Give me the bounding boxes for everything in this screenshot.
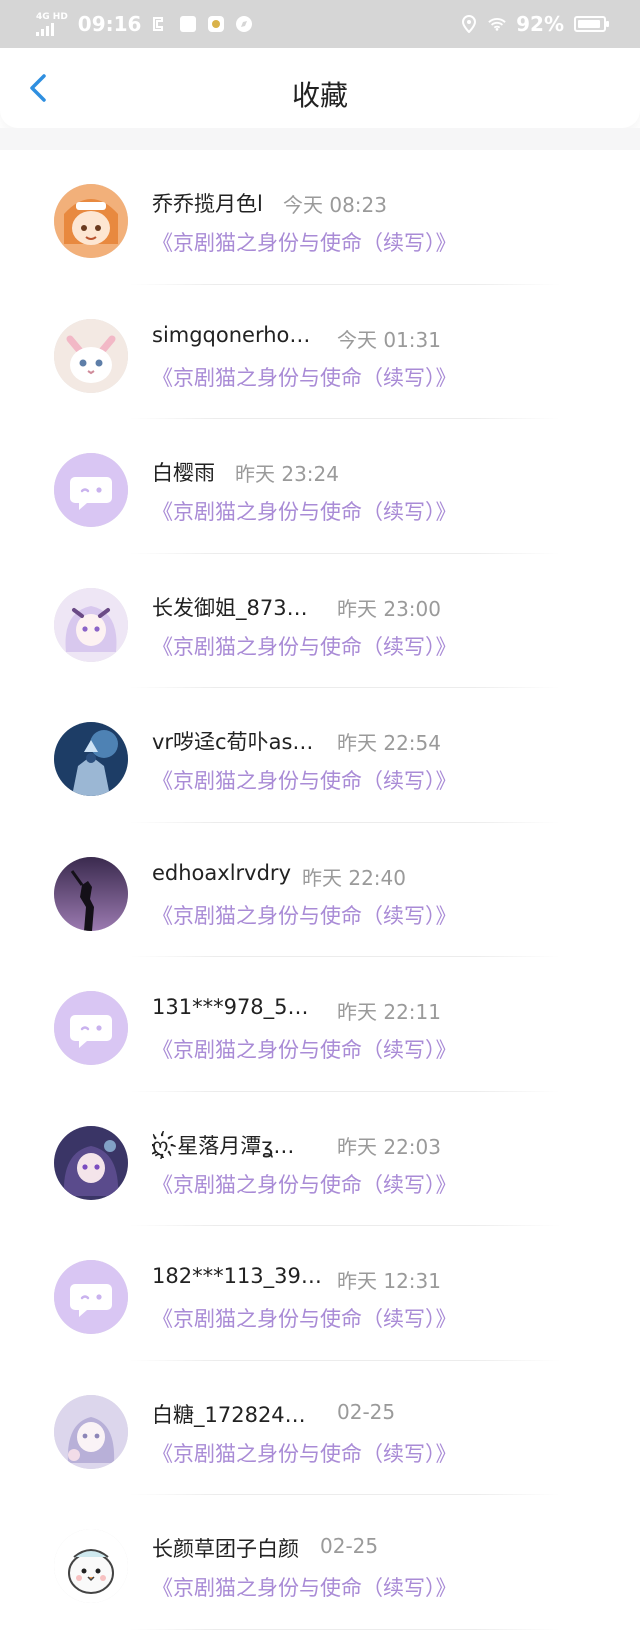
status-bar: 4G HD 09:16 92%: [0, 0, 640, 48]
collect-time: 02-25: [337, 1399, 396, 1424]
favorite-item[interactable]: 乔乔揽月色l 今天 08:23 《京剧猫之身份与使命（续写）》: [0, 150, 640, 285]
avatar[interactable]: [54, 856, 128, 931]
avatar[interactable]: [54, 1529, 128, 1603]
work-title-link[interactable]: 《京剧猫之身份与使命（续写）》: [152, 496, 457, 526]
favorite-item[interactable]: 131***978_5… 昨天 22:11 《京剧猫之身份与使命（续写）》: [0, 957, 640, 1092]
battery-icon: [574, 16, 609, 32]
favorite-item[interactable]: edhoaxlrvdry 昨天 22:40 《京剧猫之身份与使命（续写）》: [0, 823, 640, 957]
avatar[interactable]: [54, 318, 128, 393]
work-title-link[interactable]: 《京剧猫之身份与使命（续写）》: [152, 765, 457, 795]
notification-square-icon: [179, 15, 197, 33]
nfc-icon: [151, 15, 169, 33]
avatar[interactable]: [54, 453, 128, 527]
page-title: 收藏: [291, 79, 348, 112]
avatar[interactable]: [54, 1260, 128, 1334]
user-name[interactable]: 白糖_172824…: [152, 1399, 306, 1429]
user-name[interactable]: 长颜草团子白颜: [152, 1533, 299, 1563]
favorite-item[interactable]: 长发御姐_873… 昨天 23:00 《京剧猫之身份与使命（续写）》: [0, 554, 640, 688]
user-name[interactable]: 131***978_5…: [152, 995, 309, 1019]
avatar[interactable]: [54, 184, 128, 258]
collect-time: 昨天 23:00: [337, 596, 441, 621]
user-name[interactable]: ღ҉星落月潭ʓ…: [152, 1130, 294, 1160]
status-right: 92%: [460, 12, 609, 36]
favorite-item[interactable]: 白糖_172824… 02-25 《京剧猫之身份与使命（续写）》: [0, 1361, 640, 1495]
work-title-link[interactable]: 《京剧猫之身份与使命（续写）》: [152, 631, 457, 661]
favorites-list: 乔乔揽月色l 今天 08:23 《京剧猫之身份与使命（续写）》 simgqonerho…: [0, 150, 640, 1630]
favorite-item[interactable]: vr哕迳c荀卟as… 昨天 22:54 《京剧猫之身份与使命（续写）》: [0, 688, 640, 823]
user-name[interactable]: vr哕迳c荀卟as…: [152, 726, 313, 756]
status-left: 4G HD 09:16: [36, 12, 253, 36]
network-label: 4G HD: [36, 11, 68, 22]
navigation-bar: 收藏: [0, 48, 640, 128]
user-name[interactable]: edhoaxlrvdry: [152, 861, 291, 885]
work-title-link[interactable]: 《京剧猫之身份与使命（续写）》: [152, 1303, 457, 1333]
user-name[interactable]: 长发御姐_873…: [152, 592, 308, 622]
avatar[interactable]: [54, 722, 128, 796]
work-title-link[interactable]: 《京剧猫之身份与使命（续写）》: [152, 227, 457, 257]
avatar[interactable]: [54, 1125, 128, 1200]
network-indicator: 4G HD: [36, 11, 68, 36]
compass-icon: [235, 15, 253, 33]
collect-time: 昨天 23:24: [235, 462, 339, 486]
favorite-item[interactable]: 长颜草团子白颜 02-25 《京剧猫之身份与使命（续写）》: [0, 1495, 640, 1630]
collect-time: 昨天 22:54: [337, 731, 441, 755]
user-name[interactable]: simgqonerho…: [152, 323, 310, 347]
app-notification-icon: [207, 15, 225, 33]
favorite-item[interactable]: simgqonerho… 今天 01:31 《京剧猫之身份与使命（续写）》: [0, 285, 640, 419]
collect-time: 昨天 12:31: [337, 1269, 441, 1293]
work-title-link[interactable]: 《京剧猫之身份与使命（续写）》: [152, 1438, 457, 1468]
work-title-link[interactable]: 《京剧猫之身份与使命（续写）》: [152, 1169, 457, 1199]
signal-icon: [36, 22, 68, 36]
work-title-link[interactable]: 《京剧猫之身份与使命（续写）》: [152, 1572, 457, 1602]
collect-time: 今天 08:23: [283, 193, 387, 217]
avatar[interactable]: [54, 1394, 128, 1469]
user-name[interactable]: 乔乔揽月色l: [152, 188, 263, 218]
user-name[interactable]: 182***113_39…: [152, 1264, 322, 1288]
row-divider: [130, 1628, 560, 1630]
user-name[interactable]: 白樱雨: [152, 457, 215, 487]
clock: 09:16: [77, 12, 142, 36]
header-separator: [0, 128, 640, 150]
work-title-link[interactable]: 《京剧猫之身份与使命（续写）》: [152, 1034, 457, 1064]
collect-time: 昨天 22:03: [337, 1134, 441, 1159]
collect-time: 今天 01:31: [337, 327, 441, 352]
favorite-item[interactable]: 182***113_39… 昨天 12:31 《京剧猫之身份与使命（续写）》: [0, 1226, 640, 1361]
battery-fill: [578, 20, 601, 28]
work-title-link[interactable]: 《京剧猫之身份与使命（续写）》: [152, 900, 457, 930]
location-icon: [460, 15, 478, 33]
wifi-icon: [488, 15, 506, 33]
favorite-item[interactable]: ღ҉星落月潭ʓ… 昨天 22:03 《京剧猫之身份与使命（续写）》: [0, 1092, 640, 1226]
work-title-link[interactable]: 《京剧猫之身份与使命（续写）》: [152, 362, 457, 392]
avatar[interactable]: [54, 587, 128, 662]
collect-time: 昨天 22:11: [337, 1000, 441, 1024]
avatar[interactable]: [54, 991, 128, 1065]
favorite-item[interactable]: 白樱雨 昨天 23:24 《京剧猫之身份与使命（续写）》: [0, 419, 640, 554]
battery-percent: 92%: [516, 12, 564, 36]
collect-time: 02-25: [320, 1534, 379, 1558]
collect-time: 昨天 22:40: [302, 865, 406, 890]
